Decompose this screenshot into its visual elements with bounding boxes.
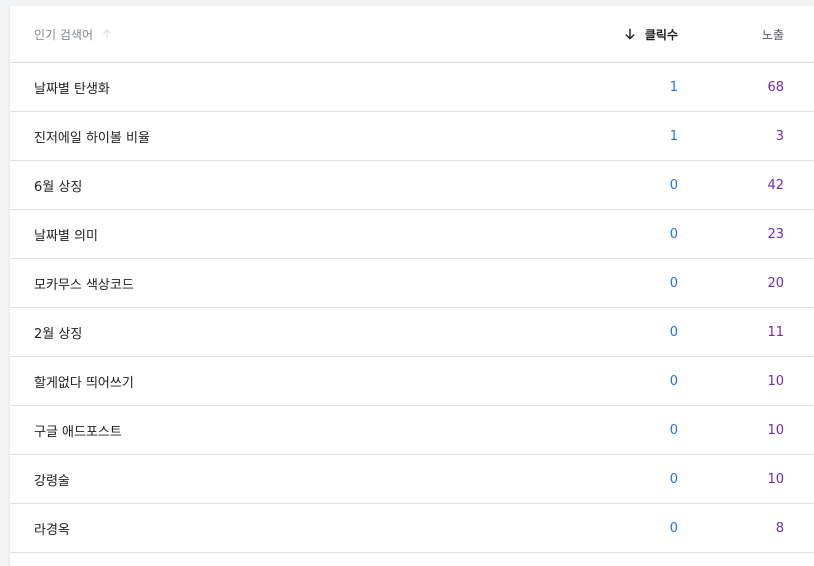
row-query: 날짜별 의미 <box>34 228 98 244</box>
table-row[interactable]: 모카무스 색상코드 0 20 <box>10 259 814 308</box>
row-clicks: 1 <box>669 79 678 95</box>
table-row[interactable]: 6월 상징 0 42 <box>10 161 814 210</box>
arrow-down-icon <box>625 28 635 40</box>
header-query-label: 인기 검색어 <box>34 27 94 42</box>
row-query: 진저에일 하이볼 비율 <box>34 130 150 146</box>
row-query: 날짜별 탄생화 <box>34 81 110 97</box>
row-impressions: 20 <box>767 275 784 291</box>
row-query: 라경옥 <box>34 522 70 538</box>
header-impressions[interactable]: 노출 <box>762 26 784 43</box>
table-row[interactable]: 할게없다 띄어쓰기 0 10 <box>10 357 814 406</box>
header-impressions-label: 노출 <box>761 27 784 42</box>
row-clicks: 0 <box>669 226 678 242</box>
row-query: 구글 애드포스트 <box>34 424 122 440</box>
table-row[interactable]: 강령술 0 10 <box>10 455 814 504</box>
header-query[interactable]: 인기 검색어 <box>34 26 113 43</box>
arrow-up-icon <box>103 29 111 38</box>
row-query: 할게없다 띄어쓰기 <box>34 375 134 391</box>
row-clicks: 0 <box>669 520 678 536</box>
table-header: 인기 검색어 클릭수 노출 <box>10 6 814 63</box>
row-clicks: 0 <box>669 373 678 389</box>
row-clicks: 0 <box>669 324 678 340</box>
row-impressions: 42 <box>767 177 784 193</box>
row-impressions: 10 <box>767 373 784 389</box>
table-row[interactable]: 구글 애드포스트 0 10 <box>10 406 814 455</box>
row-clicks: 0 <box>669 275 678 291</box>
row-clicks: 0 <box>669 422 678 438</box>
row-impressions: 10 <box>767 471 784 487</box>
row-query: 6월 상징 <box>34 179 83 195</box>
table-row[interactable]: 날짜별 의미 0 23 <box>10 210 814 259</box>
row-impressions: 11 <box>767 324 784 340</box>
header-clicks-label: 클릭수 <box>644 27 678 42</box>
row-impressions: 68 <box>767 79 784 95</box>
row-query: 모카무스 색상코드 <box>34 277 134 293</box>
row-impressions: 23 <box>767 226 784 242</box>
table-row[interactable]: 날짜별 탄생화 1 68 <box>10 63 814 112</box>
table-row[interactable]: 2월 상징 0 11 <box>10 308 814 357</box>
row-clicks: 0 <box>669 177 678 193</box>
row-clicks: 0 <box>669 471 678 487</box>
header-clicks[interactable]: 클릭수 <box>623 26 678 43</box>
row-query: 강령술 <box>34 473 70 489</box>
row-impressions: 10 <box>767 422 784 438</box>
table-row[interactable]: 라경옥 0 8 <box>10 504 814 553</box>
row-impressions: 8 <box>775 520 784 536</box>
row-impressions: 3 <box>775 128 784 144</box>
row-clicks: 1 <box>669 128 678 144</box>
table-row[interactable]: 진저에일 하이볼 비율 1 3 <box>10 112 814 161</box>
row-query: 2월 상징 <box>34 326 83 342</box>
queries-card: 인기 검색어 클릭수 노출 날짜별 탄생화 1 68 진저에일 하이볼 비율 1… <box>10 6 814 566</box>
